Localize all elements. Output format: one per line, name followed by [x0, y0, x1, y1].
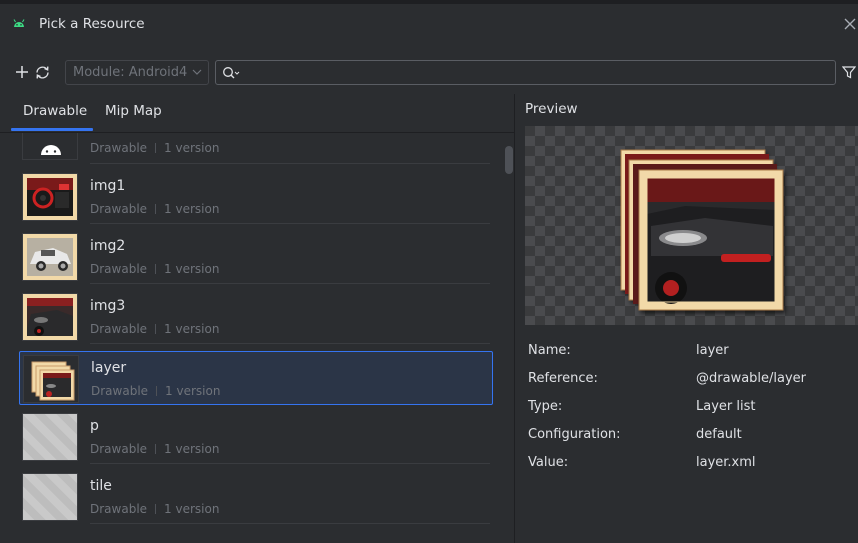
module-dropdown-label: Module: Android4	[73, 65, 188, 80]
resource-name: img2	[90, 238, 126, 254]
row-separator	[90, 343, 490, 344]
active-tab-indicator	[11, 128, 93, 131]
resource-type: Drawable	[90, 322, 148, 336]
resource-versions: 1 version	[164, 502, 220, 516]
resource-type: Drawable	[90, 442, 148, 456]
resource-meta: Drawable 1 version	[90, 502, 219, 516]
row-separator	[90, 283, 490, 284]
property-type: Type: Layer list	[528, 399, 858, 419]
resource-meta: Drawable 1 version	[90, 322, 219, 336]
resource-name: img1	[90, 178, 126, 194]
resource-name: layer	[91, 360, 127, 376]
resource-versions: 1 version	[164, 141, 220, 155]
resource-meta: Drawable 1 version	[90, 202, 219, 216]
tab-mip-map[interactable]: Mip Map	[105, 103, 162, 119]
property-value: layer.xml	[696, 455, 756, 470]
resource-type: Drawable	[91, 384, 149, 398]
list-item[interactable]: img2 Drawable 1 version	[19, 230, 493, 284]
list-item-selected[interactable]: layer Drawable 1 version	[19, 351, 493, 405]
resource-meta: Drawable 1 version	[90, 262, 219, 276]
preview-title: Preview	[525, 101, 578, 117]
layer-list-thumbnail	[23, 355, 79, 403]
property-label: Value:	[528, 455, 569, 470]
list-item[interactable]: ic_launcher_foreground Drawable1 version	[19, 133, 493, 163]
resource-name: img3	[90, 298, 126, 314]
tab-drawable[interactable]: Drawable	[23, 103, 87, 119]
resource-name: p	[90, 418, 99, 434]
row-separator	[90, 163, 490, 164]
module-dropdown[interactable]: Module: Android4	[65, 60, 209, 85]
android-icon	[13, 19, 25, 27]
property-value: default	[696, 427, 742, 442]
layer-list-preview	[620, 149, 784, 311]
resource-versions: 1 version	[164, 202, 220, 216]
resource-versions: 1 version	[164, 322, 220, 336]
property-value: layer	[696, 343, 729, 358]
car-interior-thumbnail	[22, 173, 78, 221]
resource-type: Drawable	[90, 202, 148, 216]
property-name: Name: layer	[528, 343, 858, 363]
resource-list[interactable]: ic_launcher_foreground Drawable1 version…	[0, 133, 514, 543]
filter-icon[interactable]	[842, 65, 856, 79]
list-scrollbar[interactable]	[505, 146, 513, 174]
close-icon[interactable]	[842, 16, 858, 32]
property-label: Reference:	[528, 371, 598, 386]
toolbar: Module: Android4	[0, 56, 858, 90]
search-field[interactable]	[215, 60, 836, 85]
property-label: Configuration:	[528, 427, 621, 442]
resource-meta: Drawable 1 version	[90, 141, 219, 155]
property-configuration: Configuration: default	[528, 427, 858, 447]
property-label: Name:	[528, 343, 571, 358]
resource-type: Drawable	[90, 502, 148, 516]
search-icon	[223, 67, 240, 79]
resource-meta: Drawable 1 version	[90, 442, 219, 456]
resource-versions: 1 version	[164, 262, 220, 276]
resource-meta: Drawable 1 version	[91, 384, 220, 398]
refresh-icon[interactable]	[34, 64, 51, 81]
search-input[interactable]	[244, 63, 824, 82]
list-item[interactable]: img1 Drawable 1 version	[19, 170, 493, 224]
white-car-thumbnail	[22, 233, 78, 281]
black-car-thumbnail	[22, 293, 78, 341]
property-value: @drawable/layer	[696, 371, 807, 386]
grey-pattern-thumbnail	[22, 413, 78, 461]
resource-versions: 1 version	[165, 384, 221, 398]
add-icon[interactable]	[14, 64, 30, 80]
list-item[interactable]: tile Drawable 1 version	[19, 470, 493, 524]
grey-pattern-thumbnail	[22, 473, 78, 521]
row-separator	[90, 463, 490, 464]
property-value: Layer list	[696, 399, 756, 414]
property-label: Type:	[528, 399, 563, 414]
resource-name: tile	[90, 478, 112, 494]
panel-divider	[514, 94, 515, 543]
resource-type: Drawable	[90, 262, 148, 276]
preview-image	[525, 126, 858, 325]
chevron-down-icon	[192, 69, 202, 75]
resource-type: Drawable	[90, 141, 148, 155]
android-icon	[22, 133, 78, 160]
dialog-title: Pick a Resource	[39, 16, 145, 32]
property-reference: Reference: @drawable/layer	[528, 371, 858, 391]
property-value-file: Value: layer.xml	[528, 455, 858, 475]
list-item[interactable]: img3 Drawable 1 version	[19, 290, 493, 344]
resource-tabs: Drawable Mip Map	[0, 94, 514, 132]
title-bar: Pick a Resource	[0, 4, 858, 44]
list-item[interactable]: p Drawable 1 version	[19, 410, 493, 464]
resource-versions: 1 version	[164, 442, 220, 456]
row-separator	[90, 223, 490, 224]
row-separator	[90, 523, 490, 524]
